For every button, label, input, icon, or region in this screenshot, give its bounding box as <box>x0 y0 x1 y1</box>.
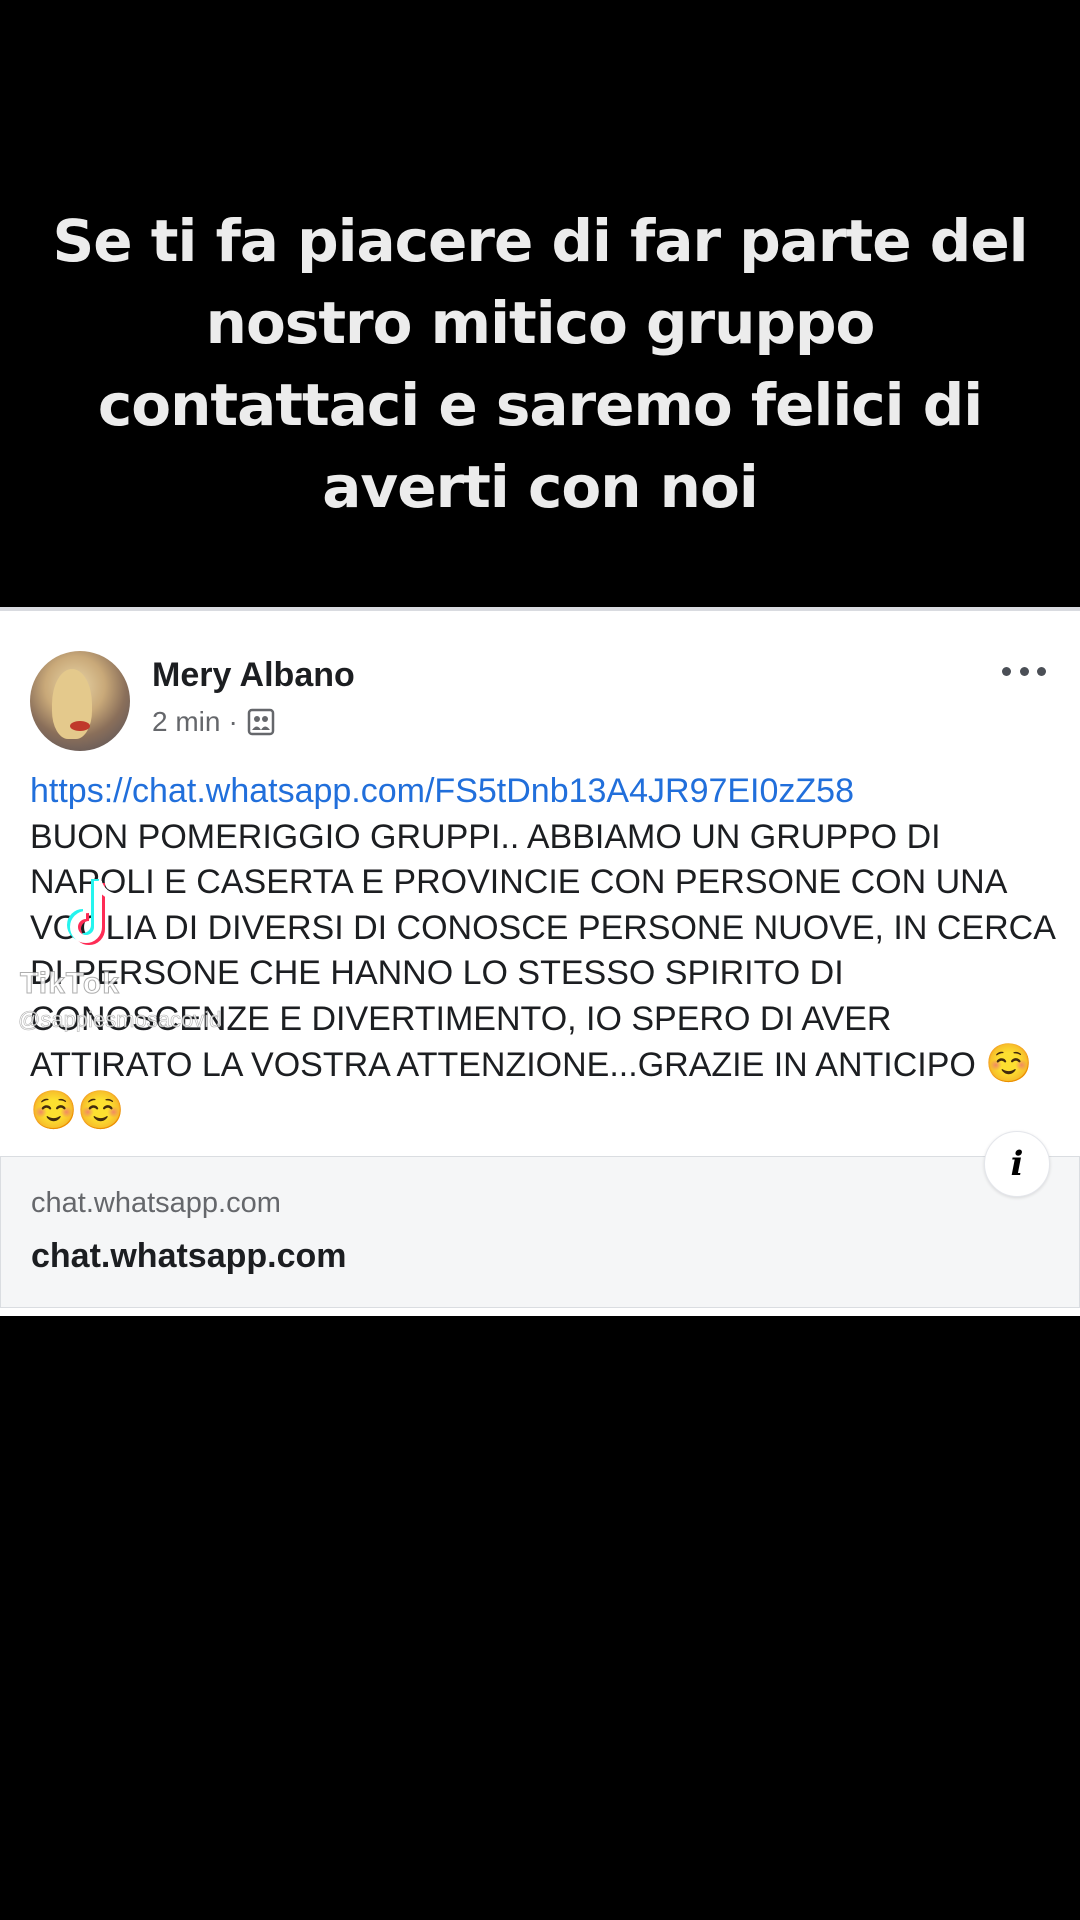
facebook-post-card: Mery Albano 2 min · https://chat.whatsap… <box>0 607 1080 1316</box>
post-text-content: BUON POMERIGGIO GRUPPI.. ABBIAMO UN GRUP… <box>30 817 1055 1085</box>
post-author-name[interactable]: Mery Albano <box>152 656 355 695</box>
post-body: https://chat.whatsapp.com/FS5tDnb13A4JR9… <box>30 769 1060 1135</box>
post-meta: 2 min · <box>152 706 276 738</box>
post-time[interactable]: 2 min <box>152 706 220 738</box>
avatar[interactable] <box>30 651 130 751</box>
post-text: BUON POMERIGGIO GRUPPI.. ABBIAMO UN GRUP… <box>30 815 1060 1136</box>
more-dot <box>1037 666 1046 676</box>
post-link[interactable]: https://chat.whatsapp.com/FS5tDnb13A4JR9… <box>30 769 1060 815</box>
group-audience-icon <box>247 708 275 736</box>
info-icon[interactable]: i <box>984 1131 1050 1197</box>
video-caption: Se ti fa piacere di far parte del nostro… <box>52 207 1028 521</box>
avatar-lips-shape <box>70 721 90 731</box>
link-preview-domain: chat.whatsapp.com <box>31 1187 281 1219</box>
more-options-icon[interactable] <box>1002 659 1046 683</box>
link-preview[interactable]: chat.whatsapp.com chat.whatsapp.com <box>0 1156 1080 1308</box>
more-dot <box>1002 666 1011 676</box>
meta-separator: · <box>228 706 238 737</box>
more-dot <box>1019 666 1029 676</box>
link-preview-title: chat.whatsapp.com <box>31 1237 347 1275</box>
